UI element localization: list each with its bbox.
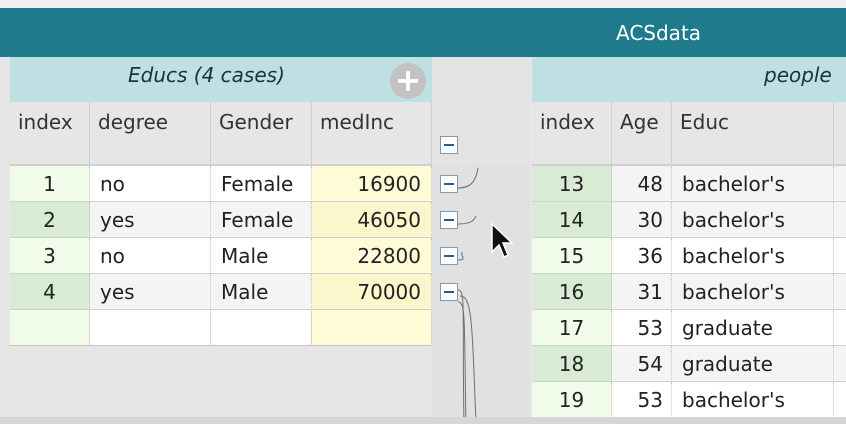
index-cell[interactable]: 1 bbox=[10, 166, 90, 202]
index-cell[interactable]: 19 bbox=[532, 382, 612, 418]
collection-title: Educs (4 cases) bbox=[128, 63, 285, 87]
cell[interactable] bbox=[834, 382, 846, 418]
degree-cell[interactable]: no bbox=[90, 166, 211, 202]
age-cell[interactable]: 54 bbox=[612, 346, 672, 382]
relation-lines bbox=[457, 167, 479, 424]
top-strip bbox=[0, 0, 846, 8]
collection-title: people bbox=[764, 63, 832, 87]
medinc-cell[interactable]: 22800 bbox=[312, 238, 432, 274]
degree-cell[interactable]: yes bbox=[90, 202, 211, 238]
bottom-strip bbox=[0, 417, 846, 424]
column-header-educ[interactable]: Educ bbox=[672, 102, 834, 166]
age-cell[interactable]: 30 bbox=[612, 202, 672, 238]
age-cell[interactable]: 31 bbox=[612, 274, 672, 310]
column-header-next[interactable] bbox=[834, 102, 846, 166]
plus-circle-icon[interactable]: + bbox=[390, 63, 426, 99]
educ-cell[interactable]: bachelor's bbox=[672, 202, 834, 238]
cell[interactable] bbox=[834, 310, 846, 346]
index-cell[interactable]: 18 bbox=[532, 346, 612, 382]
new-case-cell[interactable] bbox=[211, 310, 312, 346]
medinc-cell[interactable]: 70000 bbox=[312, 274, 432, 310]
cell[interactable] bbox=[834, 274, 846, 310]
degree-cell[interactable]: no bbox=[90, 238, 211, 274]
case-table-titlebar[interactable]: ACSdata bbox=[0, 8, 846, 57]
index-cell[interactable]: 15 bbox=[532, 238, 612, 274]
educ-cell[interactable]: bachelor's bbox=[672, 274, 834, 310]
column-header-index[interactable]: index bbox=[532, 102, 612, 166]
collection-header-educs: Educs (4 cases) + bbox=[10, 57, 432, 102]
index-cell[interactable]: 13 bbox=[532, 166, 612, 202]
educ-cell[interactable]: graduate bbox=[672, 346, 834, 382]
index-cell[interactable]: 2 bbox=[10, 202, 90, 238]
index-cell[interactable]: 3 bbox=[10, 238, 90, 274]
gender-cell[interactable]: Female bbox=[211, 202, 312, 238]
cell[interactable] bbox=[834, 346, 846, 382]
age-cell[interactable]: 36 bbox=[612, 238, 672, 274]
index-cell[interactable]: 16 bbox=[532, 274, 612, 310]
gender-cell[interactable]: Male bbox=[211, 238, 312, 274]
gender-cell[interactable]: Female bbox=[211, 166, 312, 202]
cell[interactable] bbox=[834, 166, 846, 202]
medinc-cell[interactable]: 16900 bbox=[312, 166, 432, 202]
new-case-index-cell[interactable] bbox=[10, 310, 90, 346]
cell[interactable] bbox=[834, 238, 846, 274]
new-case-cell[interactable] bbox=[312, 310, 432, 346]
age-cell[interactable]: 48 bbox=[612, 166, 672, 202]
educs-collection-table: Educs (4 cases) + index degree Gender me… bbox=[10, 57, 432, 348]
index-cell[interactable]: 14 bbox=[532, 202, 612, 238]
collapse-all-icon[interactable] bbox=[440, 136, 458, 154]
gender-cell[interactable]: Male bbox=[211, 274, 312, 310]
cell[interactable] bbox=[834, 202, 846, 238]
column-header-degree[interactable]: degree bbox=[90, 102, 211, 166]
people-collection-table: people index Age Educ 13 48 bachelor's 1… bbox=[532, 57, 846, 424]
column-header-medinc[interactable]: medInc bbox=[312, 102, 432, 166]
collection-header-people: people bbox=[532, 57, 846, 102]
index-cell[interactable]: 17 bbox=[532, 310, 612, 346]
column-header-gender[interactable]: Gender bbox=[211, 102, 312, 166]
age-cell[interactable]: 53 bbox=[612, 310, 672, 346]
educ-cell[interactable]: graduate bbox=[672, 310, 834, 346]
column-header-age[interactable]: Age bbox=[612, 102, 672, 166]
mouse-pointer-icon bbox=[491, 222, 514, 259]
educ-cell[interactable]: bachelor's bbox=[672, 382, 834, 418]
column-header-index[interactable]: index bbox=[10, 102, 90, 166]
window-title: ACSdata bbox=[616, 21, 702, 45]
medinc-cell[interactable]: 46050 bbox=[312, 202, 432, 238]
new-case-cell[interactable] bbox=[90, 310, 211, 346]
age-cell[interactable]: 53 bbox=[612, 382, 672, 418]
educ-cell[interactable]: bachelor's bbox=[672, 238, 834, 274]
degree-cell[interactable]: yes bbox=[90, 274, 211, 310]
index-cell[interactable]: 4 bbox=[10, 274, 90, 310]
educ-cell[interactable]: bachelor's bbox=[672, 166, 834, 202]
